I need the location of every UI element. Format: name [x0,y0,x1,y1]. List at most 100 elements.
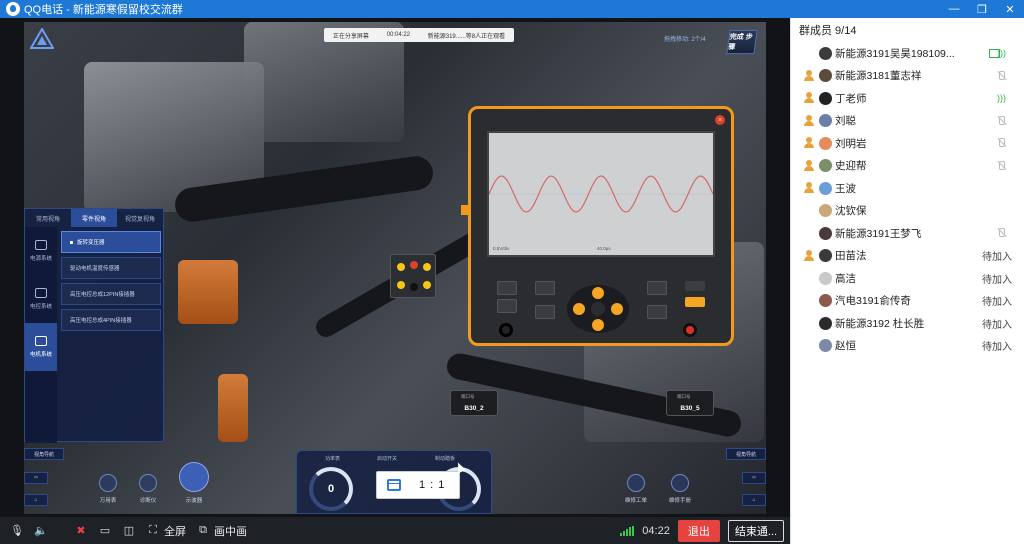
mic-muted-icon [996,138,1006,148]
end-call-button[interactable]: 结束通... [727,520,784,542]
avatar [819,294,832,308]
exit-button[interactable]: 退出 [677,520,720,542]
orange-connector [218,374,248,442]
member-row[interactable]: 王波 [791,177,1024,200]
member-row[interactable]: 田苗法 待加入 [791,245,1024,268]
probe-pin[interactable] [410,283,418,291]
dpad-down-icon[interactable] [592,319,604,331]
member-row[interactable]: 刘明岩 [791,132,1024,155]
multimeter-tool[interactable]: 万用表 [88,474,128,504]
osc-button[interactable] [535,281,555,295]
screen-share-icon[interactable]: ▭ [98,524,112,538]
list-item[interactable]: 高压电控总成4PIN接插器 [61,309,161,331]
member-row[interactable]: 新能源3191吴昊198109...))) [791,42,1024,65]
member-row[interactable]: 新能源3191王梦飞 [791,222,1024,245]
member-row[interactable]: 刘聪 [791,110,1024,133]
camera-off-icon[interactable]: ✖ [74,524,88,538]
dpad-left-icon[interactable] [573,303,585,315]
member-status: 待加入 [982,297,1012,309]
member-row[interactable]: 史迎帮 [791,155,1024,178]
view-nav-left-button[interactable]: 视角导航 [24,448,64,460]
oscilloscope[interactable]: × 0.5V/div 40.0μs [461,106,734,346]
minimize-button[interactable]: — [940,0,968,18]
probe-pin[interactable] [410,261,418,269]
call-status: 04:22 退出 结束通... [620,520,784,542]
list-item[interactable]: 驱动电机温度传感器 [61,257,161,279]
avatar [819,46,832,60]
simulation-scene[interactable]: 正在分享屏幕 00:04:22 新能源319......等8人正在观看 拖拽移动… [24,22,766,514]
osc-button[interactable] [647,281,667,295]
fullscreen-icon[interactable]: ⛶ [146,524,160,538]
sidebar-item-control[interactable]: 电控系统 [25,275,57,323]
work-order-tool[interactable]: 维修工单 [616,474,656,504]
dpad-center[interactable] [591,302,605,316]
direction-pad[interactable] [567,285,629,333]
tab-part-view[interactable]: 零件视角 [71,209,117,227]
sidebar-item-power[interactable]: 电源系统 [25,227,57,275]
probe-pin[interactable] [423,281,431,289]
expand-arrow-icon[interactable] [461,205,471,215]
shared-screen-video[interactable]: 正在分享屏幕 00:04:22 新能源319......等8人正在观看 拖拽移动… [0,18,790,517]
member-row[interactable]: 赵恒 待加入 [791,335,1024,358]
tool-label: 维修工单 [624,498,647,504]
member-status: 待加入 [982,342,1012,354]
arrow-left-icon[interactable]: ⇦ [742,472,766,484]
home-icon[interactable]: ⌂ [24,494,48,506]
osc-button[interactable] [497,281,517,295]
probe-pin[interactable] [397,281,405,289]
member-name: 汽电3191俞传奇 [835,295,911,308]
red-probe-jack[interactable] [683,323,697,337]
sidebar-item-motor[interactable]: 电机系统 [25,323,57,371]
osc-button[interactable] [685,281,705,291]
tool-label: 万用表 [99,498,117,504]
member-row[interactable]: 丁老师))) [791,87,1024,110]
probe-pin[interactable] [397,263,405,271]
member-row[interactable]: 新能源3192 杜长胜 待加入 [791,312,1024,335]
dpad-up-icon[interactable] [592,287,604,299]
restore-button[interactable]: ❐ [968,0,996,18]
member-row[interactable]: 高洁 待加入 [791,267,1024,290]
port-value: B30_2 [464,405,484,412]
member-row[interactable]: 沈钦保 [791,200,1024,223]
probe-box[interactable] [390,254,436,298]
dpad-right-icon[interactable] [611,303,623,315]
pip-icon[interactable]: ⧉ [196,524,210,538]
probe-pin[interactable] [423,263,431,271]
close-button[interactable]: ✕ [996,0,1024,18]
black-probe-jack[interactable] [499,323,513,337]
mic-muted-icon [996,115,1006,126]
osc-button[interactable] [535,305,555,319]
port-label-right: 端口号 B30_5 [666,390,714,416]
list-item-label: 旋转变压器 [77,240,105,246]
diagnostic-tool[interactable]: 诊断仪 [128,474,168,504]
member-row[interactable]: 汽电3191俞传奇 待加入 [791,290,1024,313]
member-count: 群成员 9/14 [799,25,857,37]
view-nav-right-button[interactable]: 视角导航 [726,448,766,460]
home-icon[interactable]: ⌂ [742,494,766,506]
osc-button[interactable] [497,299,517,313]
microphone-icon[interactable]: 🎙 [10,524,24,538]
osc-confirm-button[interactable] [685,297,705,307]
motor-icon [35,336,47,346]
arrow-left-icon[interactable]: ⇦ [24,472,48,484]
presenter-icon[interactable]: ◫ [122,524,136,538]
host-user-icon [803,249,815,262]
close-icon[interactable]: × [715,115,725,125]
tab-visual-view[interactable]: 视觉复视角 [117,209,163,227]
zoom-indicator[interactable]: 1 : 1 [376,471,460,499]
tab-common-view[interactable]: 常用视角 [25,209,71,227]
osc-button[interactable] [647,305,667,319]
system-sidebar: 电源系统 电控系统 电机系统 [25,227,57,443]
list-item[interactable]: 高压电控总成12PIN接插器 [61,283,161,305]
speaker-icon[interactable]: 🔈 [34,524,48,538]
fullscreen-button[interactable]: 全屏 [164,523,186,539]
oscilloscope-tool[interactable]: 示波器 [174,462,214,504]
member-row[interactable]: 新能源3181董志祥 [791,65,1024,88]
done-button[interactable]: 完成 步骤 [726,30,758,54]
manual-tool[interactable]: 维修手册 [660,474,700,504]
list-item[interactable]: 旋转变压器 [61,231,161,253]
pip-button[interactable]: 画中画 [214,523,247,539]
member-name: 刘明岩 [835,137,867,150]
member-name: 新能源3191吴昊198109... [835,47,955,60]
